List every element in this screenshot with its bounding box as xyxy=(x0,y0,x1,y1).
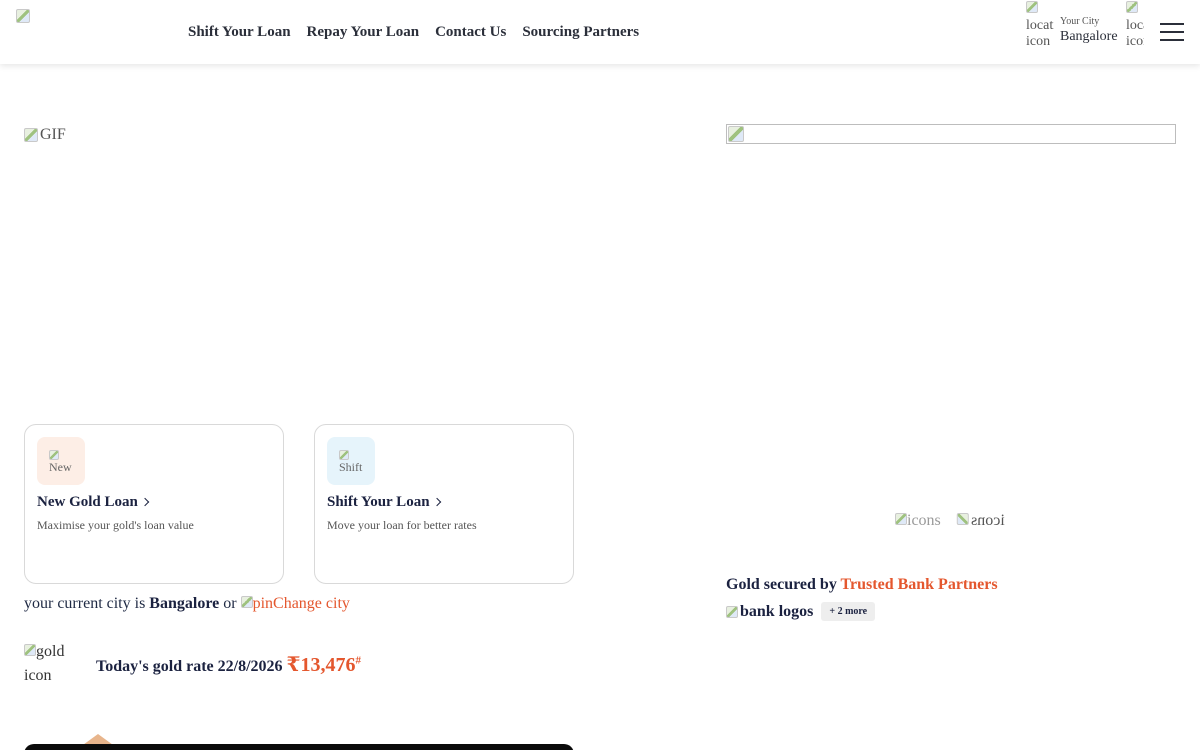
card-title: New Gold Loan xyxy=(37,494,150,511)
logo-image[interactable] xyxy=(16,9,30,23)
bank-logos-row: bank logos + 2 more xyxy=(726,602,876,621)
current-city-line: your current city is Bangalore or pinCha… xyxy=(24,595,350,613)
hero-gif: GIF xyxy=(24,126,66,144)
shift-your-loan-card[interactable]: Shift Your Loan Shift Your Loan Move you… xyxy=(314,424,574,584)
hero-gif-alt: GIF xyxy=(40,126,66,143)
icons-image: icons xyxy=(895,512,941,530)
trust-prefix: Gold secured by xyxy=(726,576,837,593)
bottom-banner[interactable] xyxy=(24,744,574,750)
hamburger-menu-icon[interactable] xyxy=(1160,23,1184,41)
nav-repay-your-loan[interactable]: Repay Your Loan xyxy=(307,24,420,41)
nav-contact-us[interactable]: Contact Us xyxy=(435,24,506,41)
gold-rate-label: Today's gold rate 22/8/2026 xyxy=(96,658,283,675)
locate-icon-alt: location icon xyxy=(1126,18,1144,49)
new-gold-loan-card[interactable]: New Gold Loan New Gold Loan Maximise you… xyxy=(24,424,284,584)
change-city-text: Change city xyxy=(273,595,350,612)
nav-sourcing-partners[interactable]: Sourcing Partners xyxy=(522,24,639,41)
city-name: Bangalore xyxy=(1060,29,1118,44)
city-label: Your City xyxy=(1060,16,1100,27)
new-gold-loan-icon-alt: New Gold Loan xyxy=(49,450,73,472)
or-text: or xyxy=(223,595,237,612)
shift-your-loan-icon: Shift Your Loan xyxy=(327,437,375,485)
location-icon[interactable]: location icon xyxy=(1026,1,1054,49)
chevron-right-icon xyxy=(432,497,441,507)
trusted-partners-heading: Gold secured by Trusted Bank Partners xyxy=(726,576,998,594)
gold-rate-price: ₹13,476# xyxy=(286,654,361,676)
broken-image-icon xyxy=(1026,1,1038,13)
hero-image xyxy=(726,124,1176,144)
more-banks-chip[interactable]: + 2 more xyxy=(821,602,876,621)
broken-image-icon xyxy=(1126,1,1138,13)
nav-shift-your-loan[interactable]: Shift Your Loan xyxy=(188,24,291,41)
shift-your-loan-icon-alt: Shift Your Loan xyxy=(339,450,363,472)
location-icon-alt: location icon xyxy=(1026,18,1054,49)
pin-icon xyxy=(240,596,253,608)
site-header: Shift Your Loan Repay Your Loan Contact … xyxy=(0,0,1200,64)
icons-alt-mirrored: icons xyxy=(971,512,1005,529)
gold-rate-footnote: # xyxy=(355,654,361,667)
new-gold-loan-icon: New Gold Loan xyxy=(37,437,85,485)
pin-alt: pin xyxy=(252,595,274,612)
card-title: Shift Your Loan xyxy=(327,494,441,511)
chevron-right-icon xyxy=(140,497,150,507)
card-subtitle: Move your loan for better rates xyxy=(327,518,477,532)
current-city: Bangalore xyxy=(149,595,220,612)
broken-image-icon xyxy=(728,126,744,142)
broken-image-icon xyxy=(24,128,38,142)
icons-image-mirrored: icons xyxy=(957,512,1005,530)
icons-alt: icons xyxy=(907,512,941,529)
locate-icon[interactable]: location icon xyxy=(1126,1,1144,49)
gold-rate-text: Today's gold rate 22/8/2026 ₹13,476# xyxy=(96,652,361,677)
trust-accent: Trusted Bank Partners xyxy=(840,576,998,593)
gold-icon: gold icon xyxy=(24,643,65,684)
bank-logos: bank logos xyxy=(726,603,813,621)
city-selector[interactable]: Your City Bangalore xyxy=(1060,16,1118,45)
main-nav: Shift Your Loan Repay Your Loan Contact … xyxy=(188,24,639,41)
change-city-link[interactable]: pinChange city xyxy=(240,595,350,612)
card-subtitle: Maximise your gold's loan value xyxy=(37,518,194,532)
gold-rate-row: gold icon Today's gold rate 22/8/2026 ₹1… xyxy=(24,640,584,688)
city-prefix: your current city is xyxy=(24,595,146,612)
